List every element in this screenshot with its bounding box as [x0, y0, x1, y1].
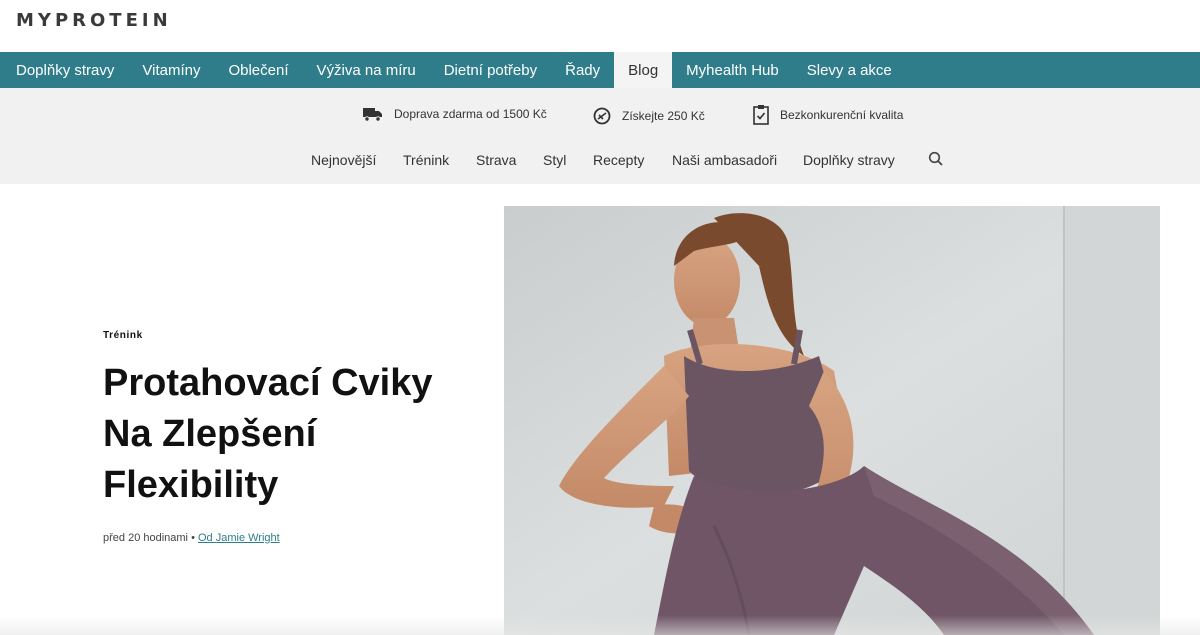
article-title: Protahovací Cviky Na Zlepšení Flexibilit…: [103, 362, 433, 506]
blog-nav-nasi-ambasadori[interactable]: Naši ambasadoři: [672, 152, 777, 168]
nav-item-obleceni[interactable]: Oblečení: [214, 52, 302, 88]
article-category-tag[interactable]: Trénink: [103, 330, 143, 341]
main-navigation: Doplňky stravy Vitamíny Oblečení Výživa …: [0, 52, 1200, 88]
site-header: MYPROTEIN: [0, 0, 1200, 52]
blog-nav-strava[interactable]: Strava: [476, 152, 516, 168]
usp-free-delivery[interactable]: Doprava zdarma od 1500 Kč: [362, 106, 547, 122]
usp-reward[interactable]: Získejte 250 Kč: [592, 106, 705, 126]
blog-nav-doplnky-stravy[interactable]: Doplňky stravy: [803, 152, 895, 168]
myprotein-logo[interactable]: MYPROTEIN: [16, 10, 172, 31]
nav-item-vyziva-na-miru[interactable]: Výživa na míru: [303, 52, 430, 88]
blog-nav-nejnovejsi[interactable]: Nejnovější: [311, 152, 376, 168]
nav-item-blog[interactable]: Blog: [614, 52, 673, 88]
article-hero-image: [504, 206, 1160, 635]
truck-icon: [363, 108, 382, 122]
nav-item-slevy-a-akce[interactable]: Slevy a akce: [793, 52, 906, 88]
search-icon: [928, 151, 943, 166]
blog-nav-recepty[interactable]: Recepty: [593, 152, 644, 168]
usp-bar: Doprava zdarma od 1500 Kč Získejte 250 K…: [0, 102, 1200, 126]
nav-item-doplnky-stravy[interactable]: Doplňky stravy: [0, 52, 128, 88]
blog-nav-styl[interactable]: Styl: [543, 152, 566, 168]
clipboard-check-icon: [753, 105, 769, 125]
nav-item-dietni-potreby[interactable]: Dietní potřeby: [430, 52, 551, 88]
blog-nav-trenink[interactable]: Trénink: [403, 152, 449, 168]
search-button[interactable]: [928, 151, 944, 172]
coin-icon: [593, 107, 611, 125]
author-link[interactable]: Od Jamie Wright: [198, 532, 280, 544]
nav-item-myhealth-hub[interactable]: Myhealth Hub: [672, 52, 793, 88]
usp-label: Bezkonkurenční kvalita: [780, 108, 904, 122]
blog-category-nav: Nejnovější Trénink Strava Styl Recepty N…: [0, 148, 1200, 172]
woman-stretching-photo: [504, 206, 1160, 635]
blog-subheader: Doprava zdarma od 1500 Kč Získejte 250 K…: [0, 88, 1200, 184]
usp-label: Doprava zdarma od 1500 Kč: [394, 107, 547, 121]
nav-item-rady[interactable]: Řady: [551, 52, 614, 88]
nav-item-vitaminy[interactable]: Vitamíny: [128, 52, 214, 88]
usp-label: Získejte 250 Kč: [622, 109, 705, 123]
article-meta: před 20 hodinami • Od Jamie Wright: [103, 532, 280, 544]
usp-quality[interactable]: Bezkonkurenční kvalita: [752, 104, 903, 126]
meta-separator: •: [191, 532, 195, 544]
article-published-time: před 20 hodinami: [103, 532, 189, 544]
